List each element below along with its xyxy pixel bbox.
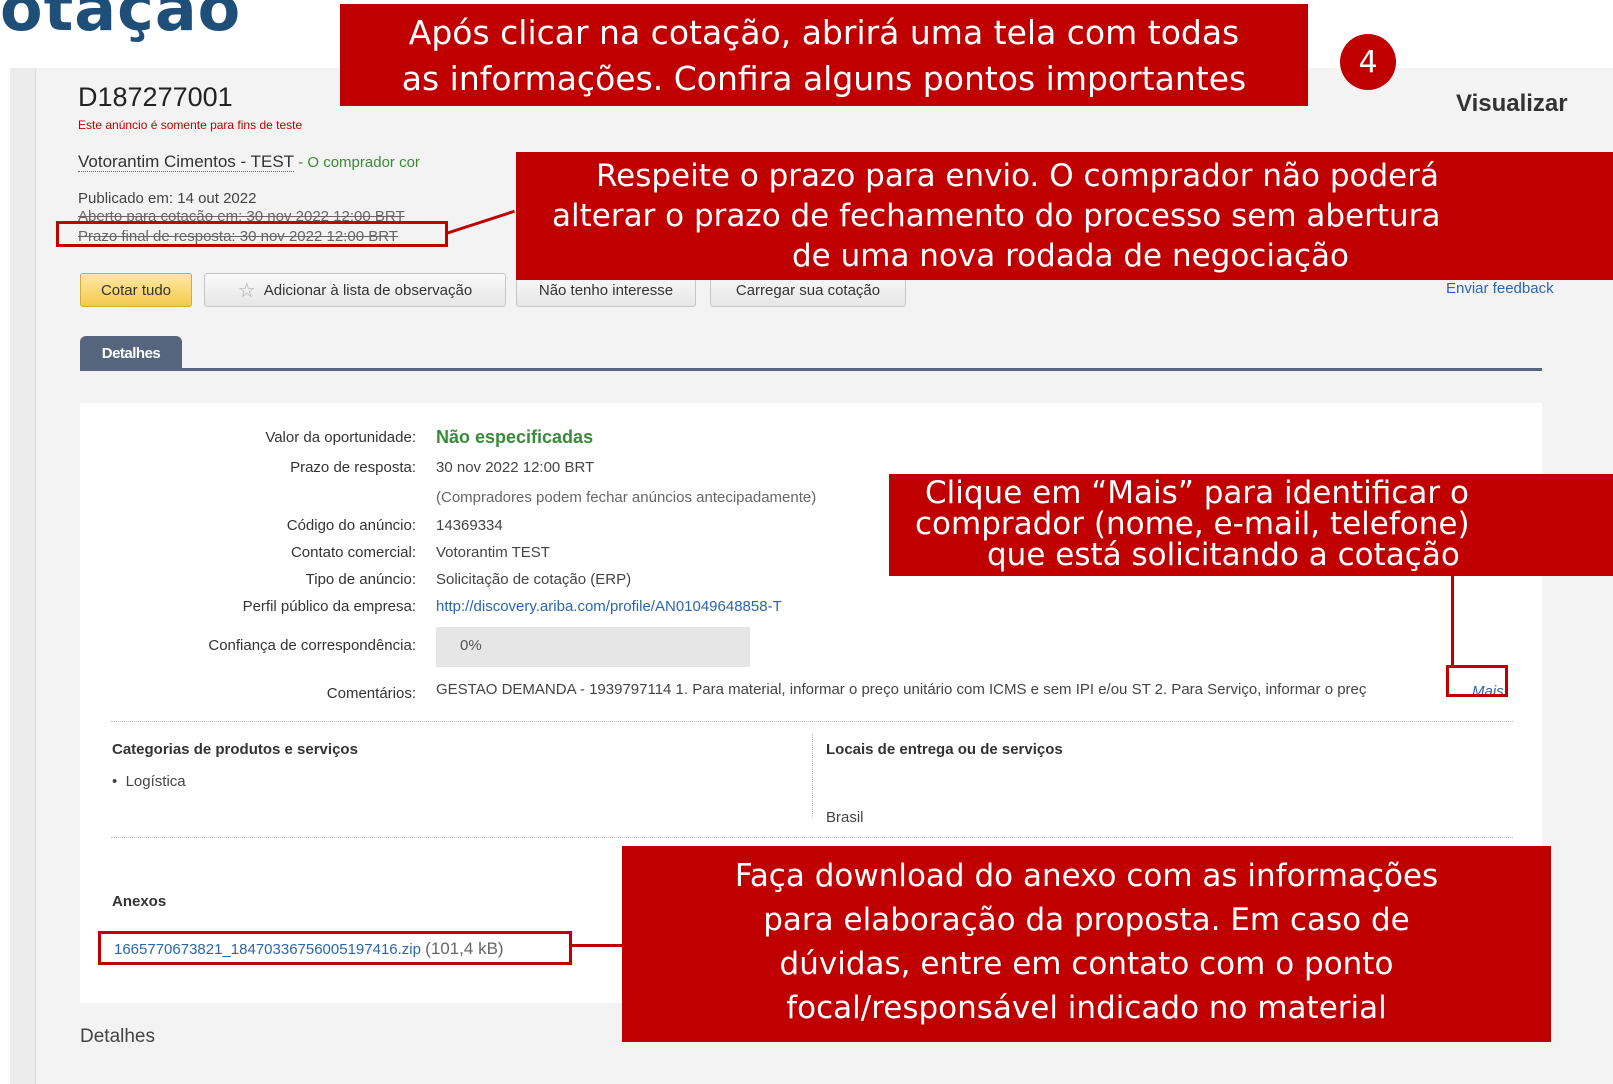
- deadline-callout-line: de uma nova rodada de negociação: [792, 238, 1349, 274]
- category-item-label: Logística: [125, 773, 186, 790]
- comments-text: GESTAO DEMANDA - 1939797114 1. Para mate…: [436, 681, 1367, 698]
- delivery-heading: Locais de entrega ou de serviços: [826, 741, 1063, 758]
- intro-callout-line: Após clicar na cotação, abrirá uma tela …: [408, 13, 1240, 52]
- add-watchlist-label: Adicionar à lista de observação: [263, 281, 473, 299]
- quote-all-button[interactable]: Cotar tudo: [80, 273, 192, 307]
- deadline-highlight: [56, 221, 448, 247]
- match-confidence-bar: 0%: [436, 627, 750, 667]
- step-number-badge: 4: [1340, 34, 1396, 90]
- match-confidence-label: Confiança de correspondência:: [208, 637, 416, 654]
- buyer-name-link[interactable]: Votorantim Cimentos - TEST: [78, 152, 295, 172]
- more-callout-line: que está solicitando a cotação: [987, 537, 1460, 573]
- commercial-contact-label: Contato comercial:: [290, 544, 416, 561]
- tab-details[interactable]: Detalhes: [80, 336, 182, 370]
- more-callout: Clique em “Mais” para identificar o comp…: [889, 474, 1613, 576]
- more-highlight: [1446, 665, 1508, 697]
- view-label: Visualizar: [1456, 90, 1568, 117]
- ad-type-value: Solicitação de cotação (ERP): [436, 571, 632, 588]
- company-profile-link[interactable]: http://discovery.ariba.com/profile/AN010…: [436, 598, 782, 615]
- intro-callout-line: as informações. Confira alguns pontos im…: [401, 59, 1247, 98]
- column-divider: [812, 733, 813, 818]
- more-callout-line: Clique em “Mais” para identificar o: [925, 475, 1469, 511]
- category-item: • Logística: [112, 773, 186, 790]
- ad-code-label: Código do anúncio:: [286, 517, 416, 534]
- early-close-note: (Compradores podem fechar anúncios antec…: [436, 489, 817, 506]
- attachments-heading: Anexos: [112, 893, 167, 910]
- ad-code-value: 14369334: [436, 517, 503, 534]
- add-watchlist-button[interactable]: ☆ Adicionar à lista de observação: [204, 273, 506, 307]
- deadline-callout-line: alterar o prazo de fechamento do process…: [552, 198, 1441, 234]
- document-id: D187277001: [78, 82, 233, 112]
- download-callout: Faça download do anexo com as informaçõe…: [622, 846, 1551, 1042]
- test-note: Este anúncio é somente para fins de test…: [78, 118, 303, 132]
- opportunity-value-label: Valor da oportunidade:: [265, 429, 416, 446]
- buyer-line: Votorantim Cimentos - TEST - O comprador…: [78, 152, 420, 172]
- categories-heading: Categorias de produtos e serviços: [112, 741, 358, 758]
- download-callout-line: focal/responsável indicado no material: [786, 990, 1387, 1026]
- divider: [111, 837, 1513, 838]
- published-date: Publicado em: 14 out 2022: [78, 190, 257, 207]
- opportunity-value: Não especificadas: [436, 427, 594, 447]
- ad-type-label: Tipo de anúncio:: [305, 571, 416, 588]
- more-connector: [1451, 574, 1454, 666]
- delivery-item: Brasil: [826, 809, 864, 826]
- details-section-heading: Detalhes: [80, 1026, 155, 1047]
- response-deadline-value: 30 nov 2022 12:00 BRT: [436, 459, 595, 476]
- divider: [111, 721, 1513, 722]
- more-callout-line: comprador (nome, e-mail, telefone): [915, 506, 1470, 542]
- attachment-connector: [572, 944, 624, 947]
- deadline-callout: Respeite o prazo para envio. O comprador…: [516, 152, 1613, 280]
- send-feedback-link[interactable]: Enviar feedback: [1446, 280, 1554, 297]
- download-callout-line: dúvidas, entre em contato com o ponto: [779, 946, 1394, 982]
- download-callout-line: Faça download do anexo com as informaçõe…: [734, 858, 1439, 894]
- star-icon: ☆: [237, 279, 256, 302]
- attachment-highlight: [98, 931, 572, 965]
- intro-callout: Após clicar na cotação, abrirá uma tela …: [340, 4, 1308, 106]
- slide-title: otação: [0, 0, 242, 45]
- deadline-callout-line: Respeite o prazo para envio. O comprador…: [596, 158, 1439, 194]
- download-callout-line: para elaboração da proposta. Em caso de: [763, 902, 1410, 938]
- match-confidence-value: 0%: [460, 637, 482, 654]
- tab-underline: [80, 368, 1542, 371]
- company-profile-label: Perfil público da empresa:: [242, 598, 416, 615]
- commercial-contact-value: Votorantim TEST: [436, 544, 550, 561]
- response-deadline-label: Prazo de resposta:: [290, 459, 416, 476]
- comments-label: Comentários:: [326, 685, 416, 702]
- buyer-note: - O comprador cor: [294, 154, 420, 171]
